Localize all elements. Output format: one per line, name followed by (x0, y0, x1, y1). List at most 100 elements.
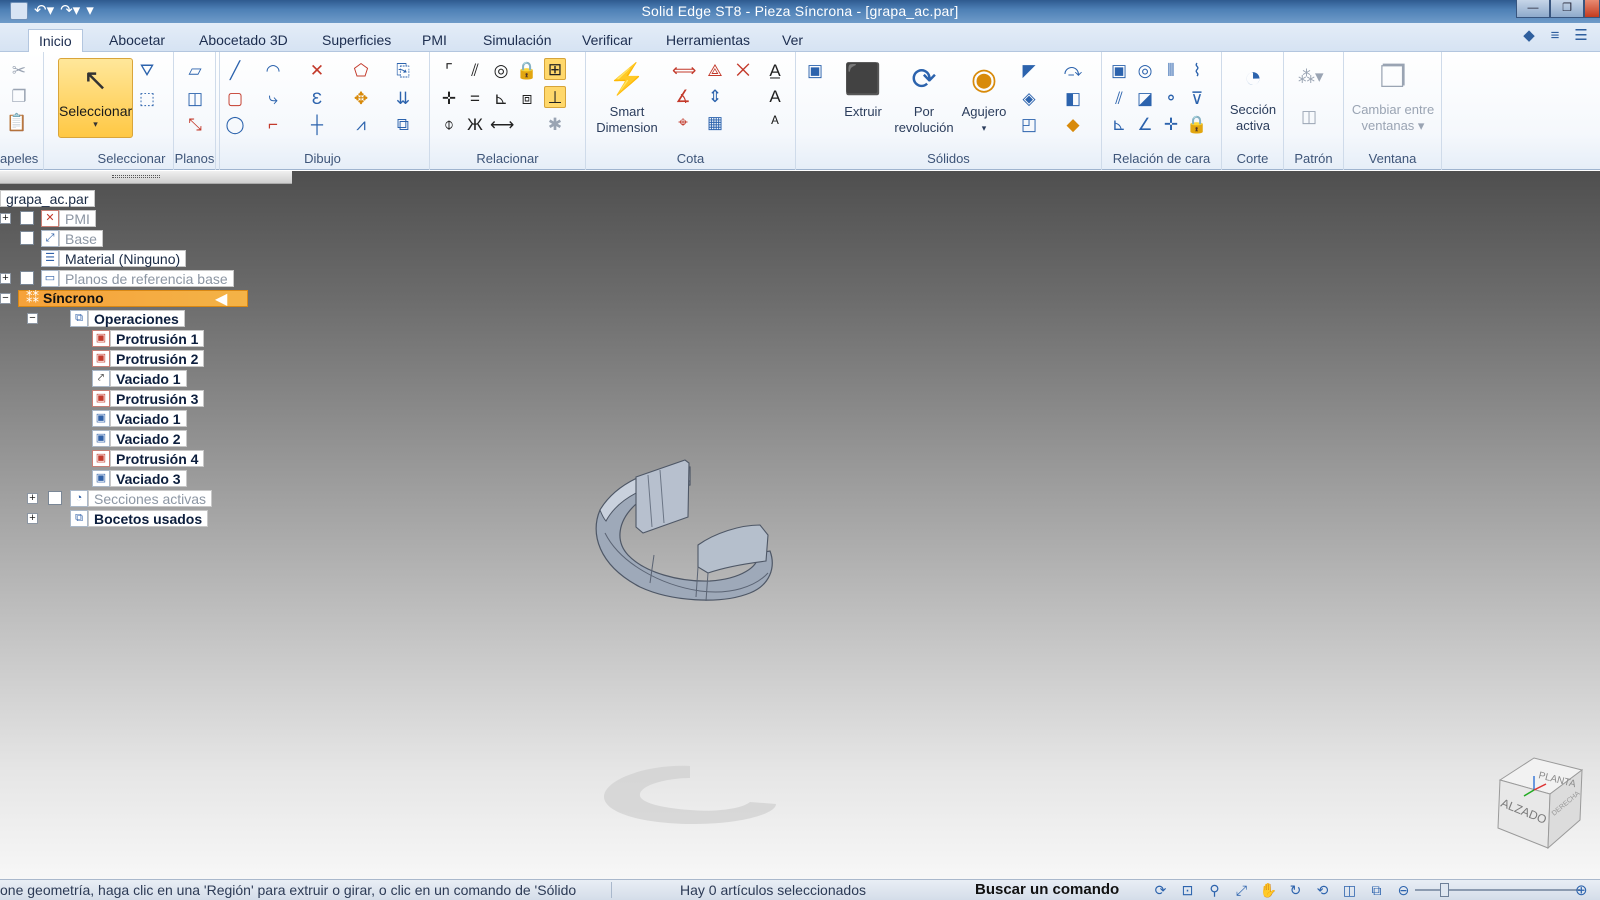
parallel-icon[interactable]: ⫽ (464, 60, 486, 82)
zoom-area-icon[interactable]: ⊡ (1177, 881, 1198, 899)
coincident-plane-icon[interactable]: ◫ (184, 88, 206, 110)
tangent-icon[interactable]: ⌽ (438, 114, 460, 136)
visibility-checkbox[interactable] (20, 271, 34, 285)
add-body-icon[interactable]: ⤼ (1062, 60, 1084, 82)
expand-icon[interactable]: + (27, 493, 38, 504)
extend-icon[interactable]: Ɛ (306, 88, 328, 110)
concentric-icon[interactable]: ◎ (490, 60, 512, 82)
pathfinder-splitter[interactable] (0, 171, 292, 184)
restore-icon[interactable]: ❐ (1550, 0, 1584, 18)
symmetric-icon[interactable]: Ж (464, 114, 486, 136)
tab-herramientas[interactable]: Herramientas (656, 29, 760, 52)
equal-icon[interactable]: = (464, 88, 486, 110)
plane-icon[interactable]: ▱ (184, 60, 206, 82)
visibility-checkbox[interactable] (20, 211, 34, 225)
include-icon[interactable]: ⇊ (392, 88, 414, 110)
parallel-face-icon[interactable]: ⫽ (1108, 88, 1130, 110)
rectangle-icon[interactable]: ▢ (224, 88, 246, 110)
maintain-relations-icon[interactable]: ⊥ (544, 86, 566, 108)
zoom-icon[interactable]: ⚲ (1204, 881, 1225, 899)
perpendicular-icon[interactable]: ⌜ (438, 60, 460, 82)
symmetric-diameter-icon[interactable]: ⟁ (704, 60, 726, 82)
offset-icon[interactable]: ⬠ (350, 60, 372, 82)
expand-icon[interactable]: + (0, 213, 11, 224)
filter-icon[interactable]: ⛛ (136, 60, 158, 82)
part-model[interactable] (590, 455, 790, 615)
construction-icon[interactable]: ⧉ (392, 114, 414, 136)
tab-pmi[interactable]: PMI (412, 29, 457, 52)
tab-superficies[interactable]: Superficies (312, 29, 401, 52)
round-icon[interactable]: ◤ (1018, 60, 1040, 82)
boolean-icon[interactable]: ◧ (1062, 88, 1084, 110)
collapse-icon[interactable]: − (27, 313, 38, 324)
tangent-face-icon[interactable]: ⌇ (1186, 60, 1208, 82)
command-finder-icon[interactable]: ◆ (1520, 27, 1538, 45)
distance-between-icon[interactable]: ⟺ (672, 60, 696, 82)
design-body-icon[interactable]: ◆ (1062, 114, 1084, 136)
zoom-slider-thumb[interactable] (1440, 883, 1449, 897)
copy-icon[interactable]: ❐ (8, 86, 30, 108)
views-icon[interactable]: ⧉ (1366, 881, 1387, 899)
cambiar-ventanas-button[interactable]: ❐ Cambiar entre ventanas ▾ (1344, 58, 1442, 134)
dimension-axis-icon[interactable]: ⇕ (704, 86, 726, 108)
window-list-icon[interactable]: ☰ (1572, 27, 1590, 45)
expand-icon[interactable]: + (0, 273, 11, 284)
arc-icon[interactable]: ◠ (262, 60, 284, 82)
tab-abocetado-3d[interactable]: Abocetado 3D (189, 29, 298, 52)
paste-icon[interactable]: 📋 (6, 112, 28, 134)
circle-icon[interactable]: ◯ (224, 114, 246, 136)
concentric-face-icon[interactable]: ◎ (1134, 60, 1156, 82)
pattern-icon[interactable]: ⁂▾ (1298, 66, 1324, 88)
text-size-icon[interactable]: A̲ (764, 60, 786, 82)
coplanar-icon[interactable]: ▣ (1108, 60, 1130, 82)
tab-verificar[interactable]: Verificar (572, 29, 643, 52)
expand-icon[interactable]: + (27, 513, 38, 524)
spin-icon[interactable]: ↻ (1285, 881, 1306, 899)
select-solid-icon[interactable]: ▣ (804, 60, 826, 82)
angle-face-icon[interactable]: ∠ (1134, 114, 1156, 136)
collapse-icon[interactable]: − (0, 293, 11, 304)
minimize-icon[interactable]: — (1516, 0, 1550, 18)
agujero-button[interactable]: ◉ Agujero ▾ (958, 60, 1010, 136)
collinear-icon[interactable]: ⧈ (516, 88, 538, 110)
smart-dimension-button[interactable]: ⚡ Smart Dimension (592, 60, 662, 136)
symmetric-face-icon[interactable]: ⫴ (1160, 60, 1182, 82)
connect-icon[interactable]: ✛ (438, 88, 460, 110)
view-orientation-icon[interactable]: ⟲ (1312, 881, 1333, 899)
line-icon[interactable]: ╱ (224, 60, 246, 82)
command-finder[interactable]: Buscar un comando (975, 881, 1119, 898)
tab-inicio[interactable]: Inicio (28, 29, 83, 52)
thin-wall-icon[interactable]: ◰ (1018, 114, 1040, 136)
splitter-grip[interactable] (112, 175, 160, 178)
mirror-icon[interactable]: ⩘ (350, 114, 372, 136)
dimension-style-icon[interactable]: ⨉ (732, 60, 754, 82)
perpendicular-face-icon[interactable]: ⊾ (1108, 114, 1130, 136)
coordinate-system-icon[interactable]: ⤡ (184, 114, 206, 136)
display-mode-icon[interactable]: ◫ (1339, 881, 1360, 899)
rigid-icon[interactable]: ⟷ (490, 114, 514, 136)
aligned-holes-icon[interactable]: ⊽ (1186, 88, 1208, 110)
layout-icon[interactable]: ≡ (1546, 27, 1564, 45)
tab-simulacion[interactable]: Simulación (473, 29, 561, 52)
draft-icon[interactable]: ◈ (1018, 88, 1040, 110)
seccion-activa-button[interactable]: ◔ Sección activa (1224, 58, 1282, 134)
relation-assistant-icon[interactable]: ✱ (544, 114, 566, 136)
selection-mode-icon[interactable]: ⬚ (136, 88, 158, 110)
font-smaller-icon[interactable]: ᴬ (764, 112, 786, 134)
select-button[interactable]: ↖ Seleccionar ▾ (58, 58, 133, 138)
tab-ver[interactable]: Ver (772, 29, 813, 52)
lock-icon[interactable]: 🔒 (516, 60, 538, 82)
visibility-checkbox[interactable] (48, 491, 62, 505)
rotate-icon[interactable]: ⟳ (1150, 881, 1171, 899)
view-cube[interactable]: PLANTA ALZADO DERECHA (1490, 750, 1586, 850)
font-larger-icon[interactable]: A (764, 86, 786, 108)
horizontal-vertical-icon[interactable]: ⊾ (490, 88, 512, 110)
zoom-in-icon[interactable]: ⊕ (1575, 881, 1588, 899)
trim-icon[interactable]: ✕ (306, 60, 328, 82)
mirror-pattern-icon[interactable]: ◫ (1298, 106, 1320, 128)
move-icon[interactable]: ✥ (350, 88, 372, 110)
extruir-button[interactable]: ⬛ Extruir (834, 60, 892, 120)
dimension-table-icon[interactable]: ▦ (704, 112, 726, 134)
graphics-window[interactable]: grapa_ac.par + ✕ PMI ⤢ Base ☰ Material (… (0, 171, 1600, 879)
fix-face-icon[interactable]: 🔒 (1186, 114, 1208, 136)
